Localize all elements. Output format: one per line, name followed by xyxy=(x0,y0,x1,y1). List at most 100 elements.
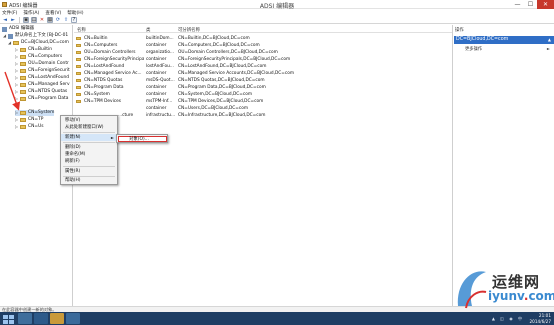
taskbar-explorer[interactable] xyxy=(50,313,64,324)
column-header-name[interactable]: 名称 xyxy=(77,27,86,33)
ctx-move[interactable]: 移动(V) xyxy=(61,117,117,124)
maximize-button[interactable]: ☐ xyxy=(524,0,537,9)
tree-item-program-data[interactable]: ▷ CN=Program Data xyxy=(15,96,68,102)
table-row[interactable]: ...cture infrastructu... CN=Infrastructu… xyxy=(74,112,452,119)
table-row[interactable]: container CN=Users,DC=BJCloud,DC=com xyxy=(74,105,452,112)
tree-item-tpm[interactable]: ▷ CN=TP xyxy=(15,117,43,123)
forward-button[interactable]: ► xyxy=(10,17,16,23)
properties-button[interactable]: ▤ xyxy=(31,16,37,23)
ctx-refresh[interactable]: 刷新(F) xyxy=(61,158,117,165)
more-actions-arrow-icon[interactable]: ► xyxy=(547,46,550,51)
ctx-properties[interactable]: 属性(R) xyxy=(61,168,117,175)
menu-help[interactable]: 帮助(H) xyxy=(67,10,83,16)
table-row[interactable]: CN=LostAndFound lostAndFou... CN=LostAnd… xyxy=(74,63,452,70)
tree-item-domain-controllers[interactable]: ▷ OU=Domain Contr xyxy=(15,61,69,67)
minimize-button[interactable]: — xyxy=(511,0,524,9)
row-name: OU=Domain Controllers xyxy=(84,50,136,55)
close-button[interactable]: ✕ xyxy=(537,0,554,9)
menu-view[interactable]: 查看(V) xyxy=(45,10,61,16)
tree-item-computers[interactable]: ▷ CN=Computers xyxy=(15,54,62,60)
menu-bar: 文件(F) 操作(A) 查看(V) 帮助(H) xyxy=(0,9,554,16)
folder-icon xyxy=(20,111,26,115)
table-row[interactable]: CN=Builtin builtinDom... CN=Builtin,DC=B… xyxy=(74,35,452,42)
export-list-button[interactable]: ⇪ xyxy=(63,17,69,23)
taskbar-server-manager[interactable] xyxy=(18,313,32,324)
clock[interactable]: 21:01 2014/6/27 xyxy=(530,313,551,324)
folder-icon xyxy=(76,72,81,75)
column-header-class[interactable]: 类 xyxy=(146,27,150,33)
tree-root-label: ADSI 编辑器 xyxy=(9,26,35,31)
ctx-delete[interactable]: 删除(D) xyxy=(61,144,117,151)
table-row[interactable]: OU=Domain Controllers organizatio... OU=… xyxy=(74,49,452,56)
folder-icon xyxy=(20,125,26,129)
expanded-arrow-icon[interactable]: ◢ xyxy=(8,40,12,46)
row-name: CN=TPM Devices xyxy=(84,99,122,104)
table-row[interactable]: CN=NTDS Quotas msDS-Quot... CN=NTDS Quot… xyxy=(74,77,452,84)
column-header-dn[interactable]: 可分辨名称 xyxy=(178,27,200,33)
table-row[interactable]: CN=System container CN=System,DC=BJCloud… xyxy=(74,91,452,98)
row-class: container xyxy=(146,92,167,97)
tree-root[interactable]: ADSI 编辑器 xyxy=(2,26,34,32)
menu-file[interactable]: 文件(F) xyxy=(2,10,17,16)
row-dn: CN=System,DC=BJCloud,DC=com xyxy=(178,92,253,97)
ctx-new[interactable]: 新建(N) ► xyxy=(61,134,117,141)
taskbar-powershell[interactable] xyxy=(34,313,48,324)
collapsed-arrow-icon[interactable]: ▷ xyxy=(15,124,19,130)
collapsed-arrow-icon[interactable]: ▷ xyxy=(15,68,19,74)
actions-section-dc[interactable]: DC=BJCloud,DC=com ▲ xyxy=(454,36,554,44)
ctx-rename[interactable]: 重命名(M) xyxy=(61,151,117,158)
table-row[interactable]: CN=TPM Devices msTPM-Inf... CN=TPM Devic… xyxy=(74,98,452,105)
windows-logo-icon xyxy=(3,320,8,324)
windows-logo-icon xyxy=(3,315,8,319)
row-dn: CN=TPM Devices,DC=BJCloud,DC=com xyxy=(178,99,264,104)
window-controls: — ☐ ✕ xyxy=(511,0,554,9)
row-class: container xyxy=(146,85,167,90)
tree-item-foreign-security[interactable]: ▷ CN=ForeignSecurit xyxy=(15,68,70,74)
delete-button[interactable]: ✕ xyxy=(39,17,45,23)
folder-icon xyxy=(76,86,81,89)
collapsed-arrow-icon[interactable]: ▷ xyxy=(15,54,19,60)
collapsed-arrow-icon[interactable]: ▷ xyxy=(15,47,19,53)
folder-icon xyxy=(20,90,26,94)
collapsed-arrow-icon[interactable]: ▷ xyxy=(15,117,19,123)
ctx-new-window[interactable]: 从此处新建窗口(W) xyxy=(61,124,117,131)
taskbar-adsi-edit[interactable] xyxy=(66,313,80,324)
row-class: container xyxy=(146,43,167,48)
show-tree-button[interactable]: ▣ xyxy=(23,16,29,23)
tree-item-system[interactable]: ▷ CN=System xyxy=(15,110,55,116)
row-class: organizatio... xyxy=(146,50,175,55)
collapsed-arrow-icon[interactable]: ▷ xyxy=(15,96,19,102)
folder-icon xyxy=(76,58,81,61)
system-tray[interactable]: ▲ ◫ ◉ 中 xyxy=(492,316,524,322)
expanded-arrow-icon[interactable]: ◢ xyxy=(3,33,7,39)
view-button[interactable]: ▦ xyxy=(47,16,53,23)
tree-item-managed-service[interactable]: ▷ CN=Managed Serv xyxy=(15,82,70,88)
tree-default-context[interactable]: ◢ 默认命名上下文 [BJ-DC-01 xyxy=(3,33,68,39)
collapsed-arrow-icon[interactable]: ▷ xyxy=(15,110,19,116)
help-button[interactable]: ? xyxy=(71,16,77,23)
collapsed-arrow-icon[interactable]: ▷ xyxy=(15,61,19,67)
refresh-button[interactable]: ⟳ xyxy=(55,17,61,23)
ctx-help[interactable]: 帮助(H) xyxy=(61,177,117,184)
table-row[interactable]: CN=Computers container CN=Computers,DC=B… xyxy=(74,42,452,49)
table-row[interactable]: CN=Managed Service Ac... container CN=Ma… xyxy=(74,70,452,77)
table-row[interactable]: CN=ForeignSecurityPrincipals... containe… xyxy=(74,56,452,63)
menu-action[interactable]: 操作(A) xyxy=(23,10,39,16)
more-actions-link[interactable]: 更多操作 xyxy=(465,46,482,52)
tree-item-builtin[interactable]: ▷ CN=Builtin xyxy=(15,47,52,53)
row-name: CN=Computers xyxy=(84,43,118,48)
collapsed-arrow-icon[interactable]: ▷ xyxy=(15,82,19,88)
start-button[interactable] xyxy=(2,314,14,324)
collapsed-arrow-icon[interactable]: ▷ xyxy=(15,89,19,95)
back-button[interactable]: ◄ xyxy=(2,17,8,23)
collapse-arrow-icon[interactable]: ▲ xyxy=(548,36,551,44)
table-row[interactable]: CN=Program Data container CN=Program Dat… xyxy=(74,84,452,91)
row-class: builtinDom... xyxy=(146,36,174,41)
collapsed-arrow-icon[interactable]: ▷ xyxy=(15,75,19,81)
tree-item-users[interactable]: ▷ CN=Us xyxy=(15,124,44,130)
submenu-object[interactable]: 对象(O)... xyxy=(118,136,167,142)
row-name: CN=LostAndFound xyxy=(84,64,125,69)
tree-item-ntds-quotas[interactable]: ▷ CN=NTDS Quotas xyxy=(15,89,67,95)
tree-item-lost-and-found[interactable]: ▷ CN=LostAndFound xyxy=(15,75,69,81)
tree-dc-node[interactable]: ◢ DC=BJCloud,DC=com xyxy=(8,40,69,46)
